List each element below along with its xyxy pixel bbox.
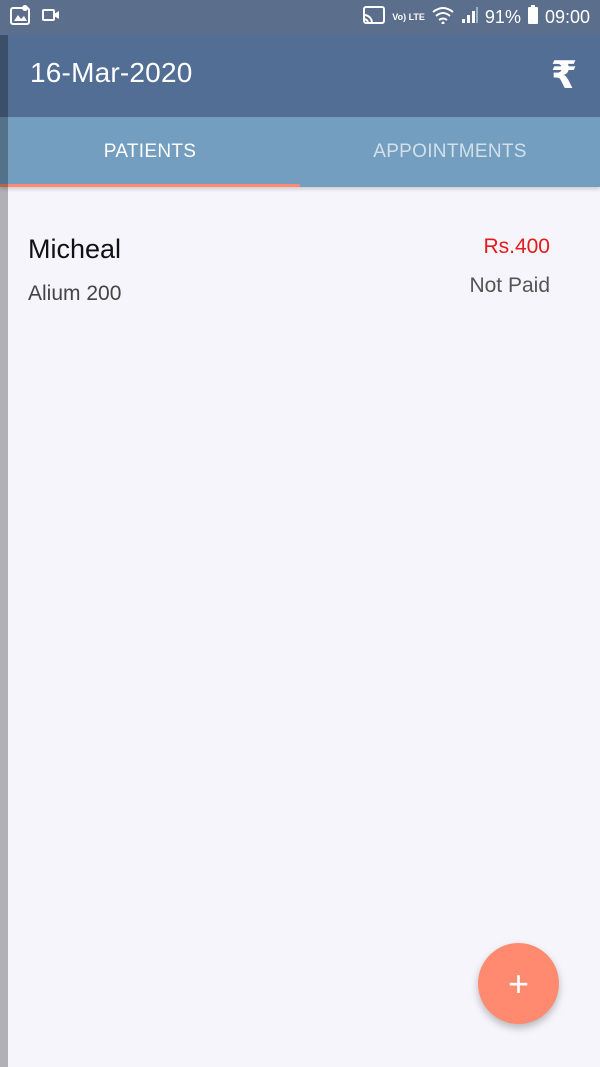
page-title: 16-Mar-2020 [30, 57, 193, 88]
signal-icon [461, 6, 479, 29]
plus-icon: + [507, 962, 530, 1004]
app-bar: 16-Mar-2020 ₹ [0, 35, 600, 117]
gallery-icon [10, 5, 32, 30]
tab-indicator [0, 184, 300, 187]
patient-amount: Rs.400 [483, 235, 550, 258]
battery-icon [527, 5, 539, 30]
battery-percent: 91% [484, 7, 521, 27]
status-bar: Vo) LTE 91% 09:00 [0, 0, 600, 35]
video-icon [42, 8, 60, 27]
tab-appointments-label: APPOINTMENTS [373, 141, 527, 162]
lte-icon: Vo) LTE [392, 12, 425, 22]
patient-name: Micheal [28, 234, 122, 264]
cast-icon [362, 5, 386, 30]
payment-status: Not Paid [469, 274, 550, 297]
tab-bar: PATIENTS APPOINTMENTS [0, 117, 600, 187]
add-patient-button[interactable]: + [478, 943, 559, 1024]
drawer-edge[interactable] [0, 35, 8, 1067]
tab-appointments[interactable]: APPOINTMENTS [300, 117, 600, 187]
clock: 09:00 [544, 7, 590, 27]
patient-medicine: Alium 200 [28, 282, 122, 305]
rupee-icon[interactable]: ₹ [544, 53, 584, 97]
patient-list: Micheal Alium 200 Rs.400 Not Paid [0, 190, 600, 320]
list-item[interactable]: Micheal Alium 200 Rs.400 Not Paid [0, 190, 600, 320]
tab-patients[interactable]: PATIENTS [0, 117, 300, 187]
tab-patients-label: PATIENTS [103, 141, 197, 162]
wifi-icon [431, 6, 455, 29]
